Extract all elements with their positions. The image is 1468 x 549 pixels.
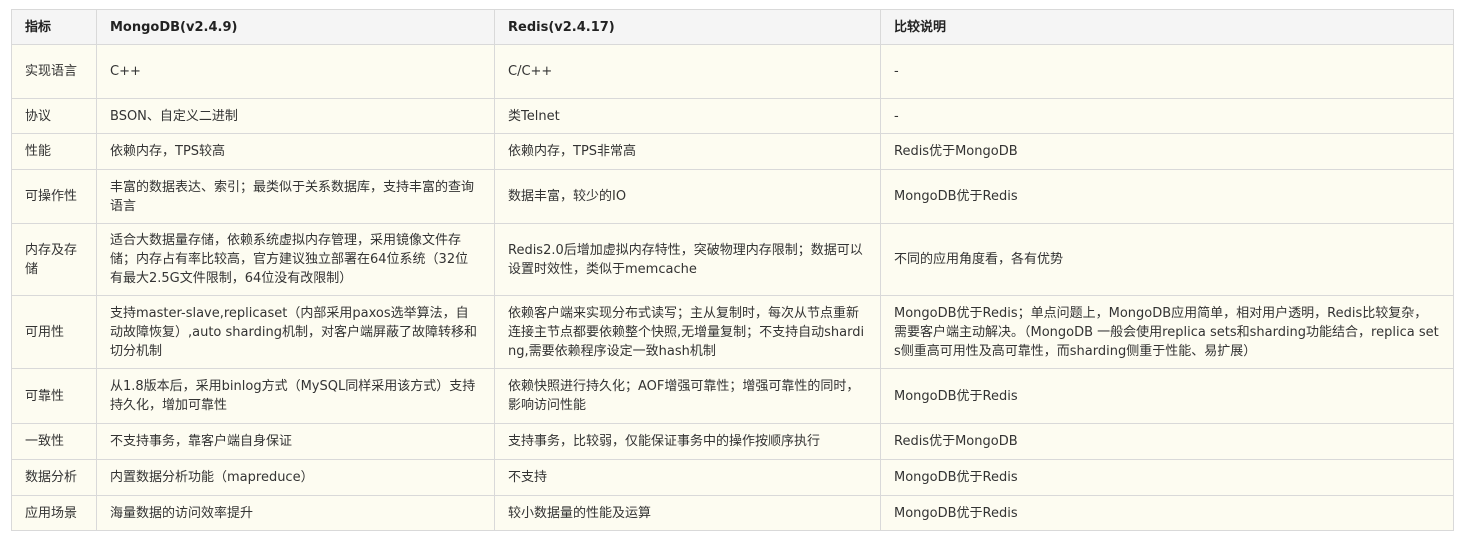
cell-metric: 协议 xyxy=(11,98,97,134)
table-row: 内存及存储 适合大数据量存储，依赖系统虚拟内存管理，采用镜像文件存储；内存占有率… xyxy=(11,223,1454,296)
header-redis: Redis(v2.4.17) xyxy=(494,9,881,45)
header-row: 指标 MongoDB(v2.4.9) Redis(v2.4.17) 比较说明 xyxy=(11,9,1454,45)
cell-metric: 可靠性 xyxy=(11,368,97,424)
header-metric: 指标 xyxy=(11,9,97,45)
cell-metric: 一致性 xyxy=(11,423,97,460)
cell-redis: Redis2.0后增加虚拟内存特性，突破物理内存限制；数据可以设置时效性，类似于… xyxy=(494,223,881,296)
cell-mongodb: 丰富的数据表达、索引；最类似于关系数据库，支持丰富的查询语言 xyxy=(96,169,495,224)
cell-comparison: MongoDB优于Redis；单点问题上，MongoDB应用简单，相对用户透明，… xyxy=(880,295,1454,369)
cell-mongodb: BSON、自定义二进制 xyxy=(96,98,495,134)
cell-mongodb: 不支持事务，靠客户端自身保证 xyxy=(96,423,495,460)
cell-metric: 应用场景 xyxy=(11,495,97,531)
header-mongodb: MongoDB(v2.4.9) xyxy=(96,9,495,45)
cell-mongodb: 依赖内存，TPS较高 xyxy=(96,133,495,170)
cell-redis: 支持事务，比较弱，仅能保证事务中的操作按顺序执行 xyxy=(494,423,881,460)
cell-metric: 数据分析 xyxy=(11,459,97,496)
cell-metric: 可用性 xyxy=(11,295,97,369)
cell-comparison: Redis优于MongoDB xyxy=(880,133,1454,170)
table-row: 数据分析 内置数据分析功能（mapreduce） 不支持 MongoDB优于Re… xyxy=(11,459,1454,496)
cell-mongodb: 从1.8版本后，采用binlog方式（MySQL同样采用该方式）支持持久化，增加… xyxy=(96,368,495,424)
cell-redis: 依赖客户端来实现分布式读写；主从复制时，每次从节点重新连接主节点都要依赖整个快照… xyxy=(494,295,881,369)
cell-mongodb: 内置数据分析功能（mapreduce） xyxy=(96,459,495,496)
cell-mongodb: 适合大数据量存储，依赖系统虚拟内存管理，采用镜像文件存储；内存占有率比较高，官方… xyxy=(96,223,495,296)
table-row: 可操作性 丰富的数据表达、索引；最类似于关系数据库，支持丰富的查询语言 数据丰富… xyxy=(11,169,1454,224)
cell-redis: 较小数据量的性能及运算 xyxy=(494,495,881,531)
cell-redis: 数据丰富，较少的IO xyxy=(494,169,881,224)
table-row: 应用场景 海量数据的访问效率提升 较小数据量的性能及运算 MongoDB优于Re… xyxy=(11,495,1454,531)
table-row: 实现语言 C++ C/C++ - xyxy=(11,44,1454,99)
table-row: 可靠性 从1.8版本后，采用binlog方式（MySQL同样采用该方式）支持持久… xyxy=(11,368,1454,424)
cell-redis: 依赖内存，TPS非常高 xyxy=(494,133,881,170)
cell-comparison: MongoDB优于Redis xyxy=(880,495,1454,531)
cell-comparison: - xyxy=(880,98,1454,134)
cell-redis: 依赖快照进行持久化；AOF增强可靠性；增强可靠性的同时，影响访问性能 xyxy=(494,368,881,424)
cell-redis: 类Telnet xyxy=(494,98,881,134)
cell-redis: C/C++ xyxy=(494,44,881,99)
cell-comparison: MongoDB优于Redis xyxy=(880,368,1454,424)
cell-comparison: - xyxy=(880,44,1454,99)
header-comparison: 比较说明 xyxy=(880,9,1454,45)
table-body: 实现语言 C++ C/C++ - 协议 BSON、自定义二进制 类Telnet … xyxy=(11,44,1454,531)
cell-mongodb: 海量数据的访问效率提升 xyxy=(96,495,495,531)
cell-comparison: 不同的应用角度看，各有优势 xyxy=(880,223,1454,296)
table-header: 指标 MongoDB(v2.4.9) Redis(v2.4.17) 比较说明 xyxy=(11,9,1454,45)
cell-redis: 不支持 xyxy=(494,459,881,496)
cell-metric: 实现语言 xyxy=(11,44,97,99)
table-row: 性能 依赖内存，TPS较高 依赖内存，TPS非常高 Redis优于MongoDB xyxy=(11,133,1454,170)
cell-mongodb: C++ xyxy=(96,44,495,99)
table-row: 可用性 支持master-slave,replicaset（内部采用paxos选… xyxy=(11,295,1454,369)
table-row: 协议 BSON、自定义二进制 类Telnet - xyxy=(11,98,1454,134)
cell-metric: 可操作性 xyxy=(11,169,97,224)
comparison-table: 指标 MongoDB(v2.4.9) Redis(v2.4.17) 比较说明 实… xyxy=(11,9,1454,531)
cell-comparison: Redis优于MongoDB xyxy=(880,423,1454,460)
cell-metric: 内存及存储 xyxy=(11,223,97,296)
cell-metric: 性能 xyxy=(11,133,97,170)
table-row: 一致性 不支持事务，靠客户端自身保证 支持事务，比较弱，仅能保证事务中的操作按顺… xyxy=(11,423,1454,460)
cell-comparison: MongoDB优于Redis xyxy=(880,169,1454,224)
cell-comparison: MongoDB优于Redis xyxy=(880,459,1454,496)
cell-mongodb: 支持master-slave,replicaset（内部采用paxos选举算法，… xyxy=(96,295,495,369)
